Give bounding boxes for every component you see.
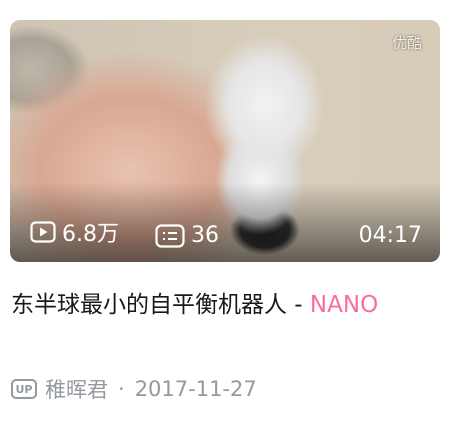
title-highlight: NANO: [309, 292, 379, 318]
view-count: 6.8万: [30, 216, 119, 248]
danmaku-icon: [155, 223, 185, 248]
author-name[interactable]: 稚晖君: [45, 374, 108, 404]
video-duration: 04:17: [358, 223, 422, 248]
publish-date: 2017-11-27: [134, 377, 257, 401]
play-icon: [30, 221, 56, 243]
danmaku-count: 36: [155, 223, 219, 248]
watermark-logo: 优酷: [391, 34, 422, 52]
view-count-value: 6.8万: [62, 222, 119, 247]
video-meta: UP 稚晖君 · 2017-11-27: [11, 374, 257, 404]
title-text: 东半球最小的自平衡机器人 -: [11, 292, 310, 318]
meta-separator: ·: [118, 377, 125, 401]
video-title[interactable]: 东半球最小的自平衡机器人 - NANO: [11, 282, 406, 328]
danmaku-count-value: 36: [191, 223, 219, 248]
up-badge-icon: UP: [11, 379, 37, 399]
video-thumbnail[interactable]: 优酷 6.8万 36 04:17: [10, 20, 440, 262]
